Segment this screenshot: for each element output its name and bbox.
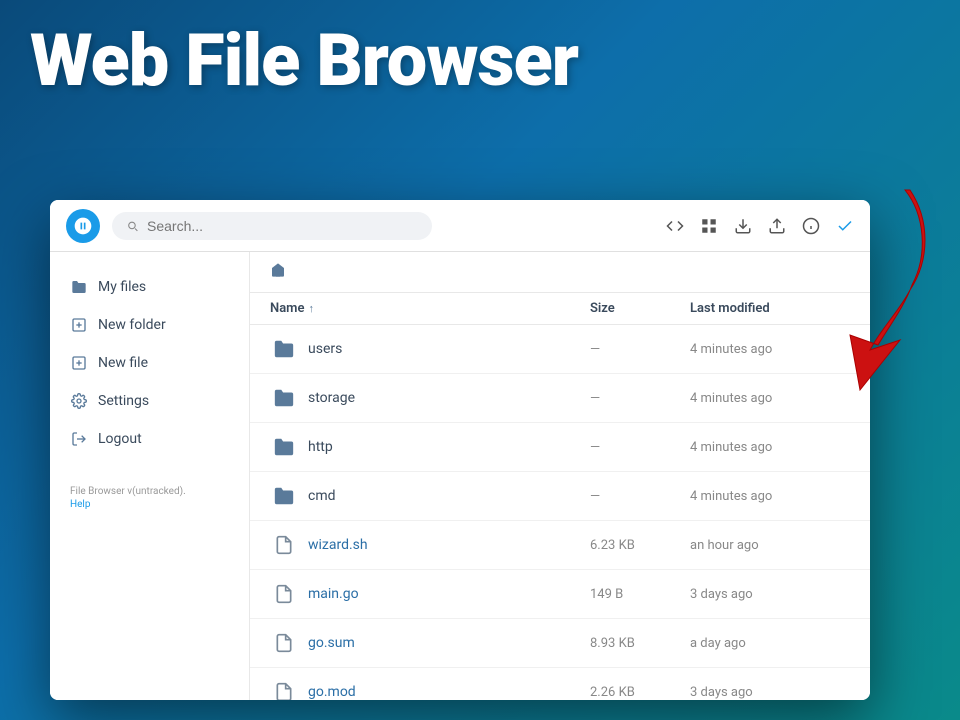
file-name-6: go.sum	[308, 635, 590, 651]
folder-icon	[70, 278, 88, 296]
sidebar-item-settings[interactable]: Settings	[50, 382, 249, 420]
decorative-arrow	[770, 180, 930, 400]
search-bar[interactable]	[112, 212, 432, 240]
search-input[interactable]	[147, 218, 418, 234]
file-name-4: wizard.sh	[308, 537, 590, 553]
sort-arrow: ↑	[308, 302, 314, 315]
code-icon	[666, 217, 684, 235]
file-name-1: storage	[308, 390, 590, 406]
table-row[interactable]: cmd — 4 minutes ago	[250, 472, 870, 521]
file-modified-2: 4 minutes ago	[690, 440, 850, 455]
file-name-3: cmd	[308, 488, 590, 504]
logo-icon	[73, 216, 93, 236]
folder-row-icon	[273, 338, 295, 360]
home-icon	[270, 262, 286, 278]
folder-row-icon	[273, 485, 295, 507]
file-modified-3: 4 minutes ago	[690, 489, 850, 504]
topbar	[50, 200, 870, 252]
settings-icon	[70, 392, 88, 410]
file-size-3: —	[590, 489, 690, 504]
file-icon-2	[270, 433, 298, 461]
file-name-7: go.mod	[308, 684, 590, 700]
settings-label: Settings	[98, 393, 149, 409]
file-size-6: 8.93 KB	[590, 636, 690, 651]
download-icon	[734, 217, 752, 235]
file-row-icon	[274, 632, 294, 654]
file-name-0: users	[308, 341, 590, 357]
table-row[interactable]: go.mod 2.26 KB 3 days ago	[250, 668, 870, 700]
sidebar-footer: File Browser v(untracked). Help	[50, 478, 249, 518]
file-name-2: http	[308, 439, 590, 455]
file-size-1: —	[590, 391, 690, 406]
file-icon-7	[270, 678, 298, 700]
file-modified-6: a day ago	[690, 636, 850, 651]
code-view-button[interactable]	[666, 217, 684, 235]
file-icon-6	[270, 629, 298, 657]
main-layout: My files New folder New file Settings	[50, 252, 870, 700]
sidebar-item-logout[interactable]: Logout	[50, 420, 249, 458]
file-icon-1	[270, 384, 298, 412]
new-folder-icon	[70, 316, 88, 334]
sidebar-item-my-files[interactable]: My files	[50, 268, 249, 306]
help-link[interactable]: Help	[70, 499, 229, 510]
table-row[interactable]: go.sum 8.93 KB a day ago	[250, 619, 870, 668]
sidebar: My files New folder New file Settings	[50, 252, 250, 700]
new-file-icon	[70, 354, 88, 372]
table-row[interactable]: main.go 149 B 3 days ago	[250, 570, 870, 619]
file-row-icon	[274, 583, 294, 605]
column-size: Size	[590, 301, 690, 316]
logout-label: Logout	[98, 431, 142, 447]
file-size-2: —	[590, 440, 690, 455]
file-icon-0	[270, 335, 298, 363]
version-text: File Browser v(untracked).	[70, 486, 229, 497]
file-icon-3	[270, 482, 298, 510]
sidebar-item-new-file[interactable]: New file	[50, 344, 249, 382]
folder-row-icon	[273, 387, 295, 409]
table-row[interactable]: wizard.sh 6.23 KB an hour ago	[250, 521, 870, 570]
file-size-5: 149 B	[590, 587, 690, 602]
new-file-label: New file	[98, 355, 148, 371]
logout-icon	[70, 430, 88, 448]
file-row-icon	[274, 534, 294, 556]
folder-row-icon	[273, 436, 295, 458]
sidebar-item-new-folder[interactable]: New folder	[50, 306, 249, 344]
my-files-label: My files	[98, 279, 146, 295]
grid-icon	[700, 217, 718, 235]
file-size-7: 2.26 KB	[590, 685, 690, 700]
download-button[interactable]	[734, 217, 752, 235]
home-breadcrumb[interactable]	[270, 262, 286, 282]
file-name-5: main.go	[308, 586, 590, 602]
file-icon-4	[270, 531, 298, 559]
file-size-0: —	[590, 342, 690, 357]
browser-window: My files New folder New file Settings	[50, 200, 870, 700]
file-modified-7: 3 days ago	[690, 685, 850, 700]
table-row[interactable]: http — 4 minutes ago	[250, 423, 870, 472]
file-row-icon	[274, 681, 294, 700]
file-size-4: 6.23 KB	[590, 538, 690, 553]
search-icon	[126, 219, 139, 233]
grid-view-button[interactable]	[700, 217, 718, 235]
file-icon-5	[270, 580, 298, 608]
app-logo[interactable]	[66, 209, 100, 243]
file-modified-4: an hour ago	[690, 538, 850, 553]
page-title: Web File Browser	[30, 18, 578, 103]
new-folder-label: New folder	[98, 317, 166, 333]
file-modified-5: 3 days ago	[690, 587, 850, 602]
column-name: Name ↑	[270, 301, 590, 316]
